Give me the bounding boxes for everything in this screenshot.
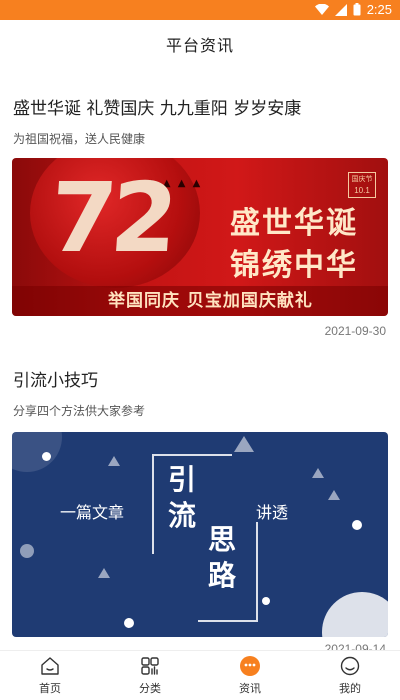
badge-line2: 10.1 <box>354 186 370 195</box>
article-card[interactable]: 引流小技巧 分享四个方法供大家参考 一篇文章 讲透 引流 思路 2021-09-… <box>0 352 400 650</box>
article-card[interactable]: 盛世华诞 礼赞国庆 九九重阳 岁岁安康 为祖国祝福，送人民健康 ▲ ▲ ▲ ▲ … <box>0 68 400 352</box>
decor-circle <box>322 592 388 637</box>
banner-slogan-line2: 锦绣中华 <box>230 248 358 283</box>
banner-vertical-text-1: 引流 <box>167 463 196 532</box>
battery-icon <box>353 3 361 16</box>
status-time: 2:25 <box>366 2 392 17</box>
banner-slogan-line1: 盛世华诞 <box>230 206 358 241</box>
profile-icon <box>340 656 360 676</box>
banner-right-text: 讲透 <box>256 503 289 522</box>
article-title[interactable]: 引流小技巧 <box>13 366 98 391</box>
decor-dot <box>20 544 34 558</box>
signal-icon <box>334 3 347 16</box>
article-subtitle: 为祖国祝福，送人民健康 <box>13 132 146 146</box>
home-icon <box>41 657 59 675</box>
article-date: 2021-09-14 <box>324 642 386 650</box>
badge-line1: 国庆节 <box>351 176 373 183</box>
category-icon <box>141 657 159 675</box>
article-image[interactable]: ▲ ▲ ▲ ▲ 72 盛世华诞 锦绣中华 国庆节 10.1 举国同庆 贝宝加国庆… <box>12 158 388 316</box>
nav-item-news[interactable]: 资讯 <box>200 651 300 700</box>
decor-circle <box>12 432 62 472</box>
decor-triangle <box>98 568 110 578</box>
decor-dot <box>262 597 270 605</box>
nav-item-home[interactable]: 首页 <box>0 651 100 700</box>
wifi-icon <box>314 4 329 15</box>
banner-vertical-text-2: 思路 <box>207 523 236 592</box>
article-image[interactable]: 一篇文章 讲透 引流 思路 <box>12 432 388 637</box>
nav-label: 资讯 <box>239 682 261 695</box>
nav-label: 分类 <box>139 682 161 695</box>
nav-label: 我的 <box>339 682 361 695</box>
decor-triangle <box>312 468 324 478</box>
banner-left-text: 一篇文章 <box>60 503 125 522</box>
nav-item-profile[interactable]: 我的 <box>300 651 400 700</box>
decor-triangle <box>234 436 254 452</box>
article-subtitle: 分享四个方法供大家参考 <box>13 404 146 418</box>
decor-dot <box>352 520 362 530</box>
article-title[interactable]: 盛世华诞 礼赞国庆 九九重阳 岁岁安康 <box>13 94 301 119</box>
decor-dot <box>124 618 134 628</box>
status-bar: 2:25 <box>0 0 400 20</box>
national-day-badge: 国庆节 10.1 <box>348 172 376 198</box>
page-header: 平台资讯 <box>0 20 400 68</box>
news-feed[interactable]: 盛世华诞 礼赞国庆 九九重阳 岁岁安康 为祖国祝福，送人民健康 ▲ ▲ ▲ ▲ … <box>0 68 400 650</box>
article-date: 2021-09-30 <box>324 324 386 338</box>
page-title: 平台资讯 <box>165 36 234 55</box>
decor-triangle <box>328 490 340 500</box>
bottom-nav: 首页 分类 资讯 我的 <box>0 650 400 700</box>
banner-number: 72 <box>46 162 176 274</box>
decor-dot <box>42 452 51 461</box>
status-icons: 2:25 <box>314 2 392 17</box>
news-icon <box>240 656 260 676</box>
banner-strip-text: 举国同庆 贝宝加国庆献礼 <box>108 291 313 311</box>
nav-label: 首页 <box>39 682 61 695</box>
decor-triangle <box>108 456 120 466</box>
nav-item-category[interactable]: 分类 <box>100 651 200 700</box>
